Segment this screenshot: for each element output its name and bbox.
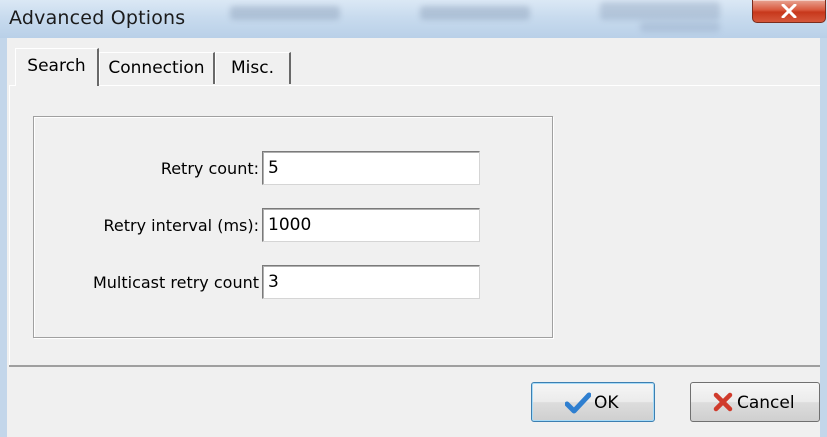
cancel-button[interactable]: Cancel [690, 382, 820, 422]
tab-page-border [9, 85, 820, 86]
ok-button-label: OK [594, 393, 619, 413]
close-icon [781, 4, 797, 18]
multicast-retry-count-label: Multicast retry count [92, 273, 259, 292]
retry-interval-input[interactable]: 1000 [262, 208, 480, 242]
blurred-background-content [600, 2, 720, 20]
blurred-background-content [420, 6, 530, 20]
window-frame-left [0, 38, 7, 437]
blurred-background-content [230, 6, 340, 20]
window-title: Advanced Options [9, 7, 186, 29]
title-bar[interactable]: Advanced Options [0, 0, 827, 38]
window-frame-right [820, 38, 827, 437]
tab-label: Connection [108, 58, 205, 78]
retry-count-label: Retry count: [160, 159, 259, 178]
ok-button[interactable]: OK [531, 382, 655, 422]
retry-interval-label: Retry interval (ms): [103, 216, 259, 235]
retry-count-input[interactable]: 5 [262, 151, 480, 185]
red-x-icon [713, 392, 733, 412]
close-button[interactable] [752, 0, 826, 23]
checkmark-icon [565, 392, 591, 414]
tab-page-border [9, 365, 820, 367]
tab-label: Search [27, 56, 86, 76]
tab-misc[interactable]: Misc. [215, 52, 291, 84]
tab-label: Misc. [231, 58, 274, 78]
cancel-button-label: Cancel [737, 393, 795, 413]
multicast-retry-count-input[interactable]: 3 [262, 265, 480, 299]
tab-connection[interactable]: Connection [99, 52, 215, 84]
blurred-background-content [640, 22, 720, 32]
tab-search[interactable]: Search [15, 48, 99, 86]
tab-page-border [9, 85, 10, 365]
